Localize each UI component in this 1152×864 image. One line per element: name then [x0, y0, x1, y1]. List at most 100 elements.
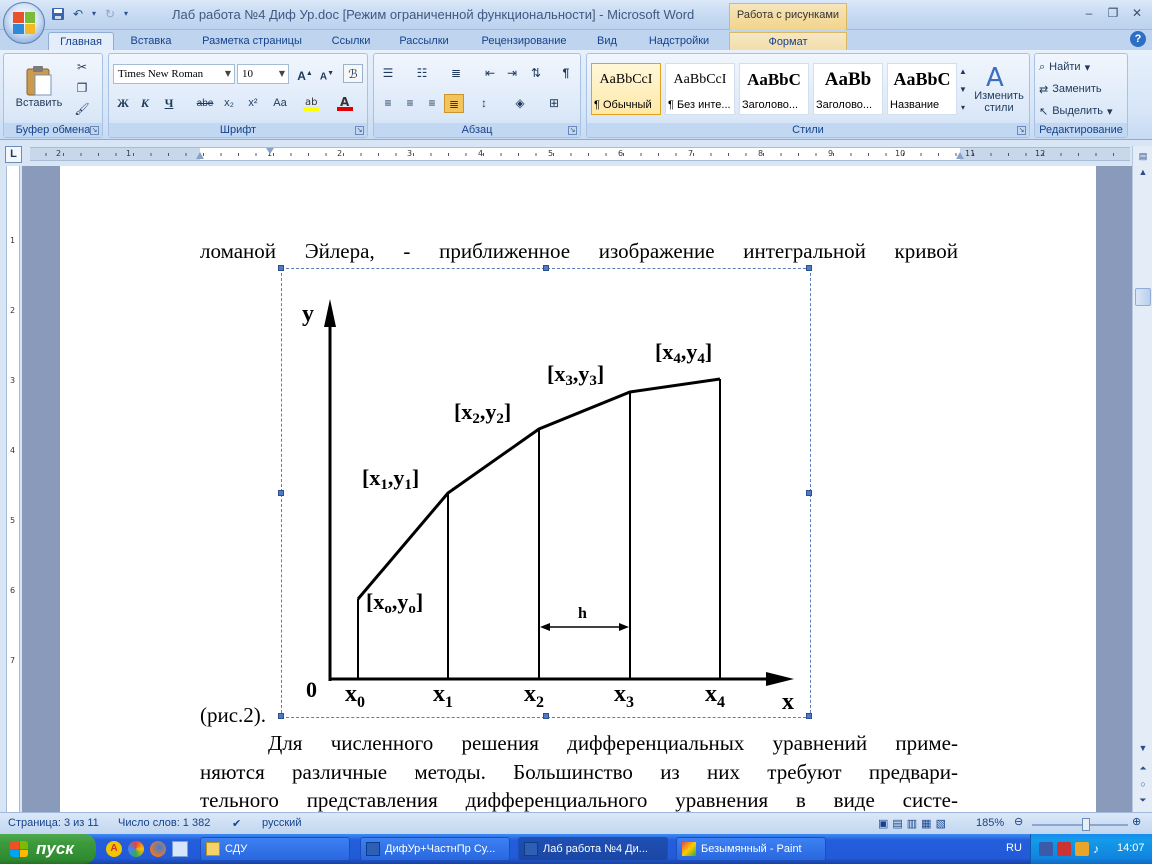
language-indicator[interactable]: русский [262, 817, 301, 829]
change-styles-button[interactable]: A Изменить стили [971, 58, 1027, 118]
styles-launcher-icon[interactable]: ↘ [1017, 126, 1026, 135]
euler-polyline-figure[interactable]: h y x 0 x0 x1 x2 x3 x4 [xo,yo] [x1,y1] [… [278, 265, 812, 719]
tray-app-icon[interactable] [1075, 842, 1089, 856]
redo-icon[interactable]: ↻ [102, 7, 118, 21]
quicklaunch-app-icon[interactable]: A [106, 841, 122, 857]
style-normal[interactable]: AaBbCcI ¶ Обычный [591, 63, 661, 115]
clipboard-launcher-icon[interactable]: ↘ [90, 126, 99, 135]
align-center-icon[interactable]: ≡ [400, 94, 420, 113]
chrome-icon[interactable] [128, 841, 144, 857]
sort-icon[interactable]: ⇅ [526, 64, 546, 83]
right-indent-marker[interactable] [956, 152, 964, 159]
scroll-up-icon[interactable]: ▲ [1135, 164, 1151, 180]
word-count[interactable]: Число слов: 1 382 [118, 817, 210, 829]
justify-icon[interactable]: ≣ [444, 94, 464, 113]
subscript-button[interactable]: x₂ [219, 94, 239, 113]
hanging-indent-marker[interactable] [196, 152, 204, 159]
vertical-scrollbar[interactable]: ▤ ▲ ▼ ⏶ ○ ⏷ [1132, 146, 1152, 812]
bullets-icon[interactable]: ☰ [378, 64, 398, 83]
paragraph-launcher-icon[interactable]: ↘ [568, 126, 577, 135]
style-no-spacing[interactable]: AaBbCcI ¶ Без инте... [665, 63, 735, 115]
show-desktop-icon[interactable] [172, 841, 188, 857]
tab-home[interactable]: Главная [48, 32, 114, 50]
firefox-icon[interactable] [150, 841, 166, 857]
start-button[interactable]: пуск [0, 834, 96, 864]
view-buttons[interactable]: ▣▤▥▦▧ [878, 817, 950, 830]
copy-icon[interactable]: ❐ [72, 79, 92, 98]
increase-indent-icon[interactable]: ⇥ [502, 64, 522, 83]
close-button[interactable]: ✕ [1126, 4, 1148, 22]
body-text-line[interactable]: няются различные методы. Большинство из … [200, 760, 958, 785]
highlight-icon[interactable]: ab [301, 94, 321, 113]
multilevel-list-icon[interactable]: ≣ [446, 64, 466, 83]
browse-object-icon[interactable]: ○ [1135, 776, 1151, 792]
font-color-icon[interactable]: A [335, 94, 355, 113]
font-launcher-icon[interactable]: ↘ [355, 126, 364, 135]
body-text-line[interactable]: Для численного решения дифференциальных … [268, 731, 958, 756]
restore-button[interactable]: ❐ [1102, 4, 1124, 22]
shrink-font-icon[interactable]: A▼ [317, 64, 337, 83]
save-icon[interactable] [50, 7, 66, 21]
vertical-ruler[interactable]: 1 2 3 4 5 6 7 [0, 166, 22, 812]
taskbar-item-paint[interactable]: Безымянный - Paint [676, 837, 826, 861]
tab-addins[interactable]: Надстройки [636, 32, 722, 50]
tray-app-icon[interactable] [1057, 842, 1071, 856]
tab-mailings[interactable]: Рассылки [388, 32, 460, 50]
font-size-combo[interactable]: 10 ▼ [237, 64, 289, 84]
zoom-slider-track[interactable] [1032, 824, 1128, 826]
zoom-in-icon[interactable]: ⊕ [1132, 815, 1141, 828]
office-button[interactable] [3, 2, 45, 44]
taskbar-item-folder[interactable]: СДУ [200, 837, 350, 861]
align-right-icon[interactable]: ≡ [422, 94, 442, 113]
taskbar-item-word-2[interactable]: Лаб работа №4 Ди... [518, 837, 668, 861]
style-heading-2[interactable]: AaBb Заголово... [813, 63, 883, 115]
clear-formatting-icon[interactable]: ℬ [343, 64, 363, 83]
tab-format[interactable]: Формат [729, 32, 847, 50]
spelling-check-icon[interactable]: ✔ [232, 817, 241, 830]
zoom-slider-thumb[interactable] [1082, 818, 1090, 831]
resize-handle-ne[interactable] [806, 265, 812, 271]
next-page-icon[interactable]: ⏷ [1135, 792, 1151, 808]
format-painter-icon[interactable]: 🖌 [72, 100, 92, 119]
underline-button[interactable]: Ч [159, 94, 179, 113]
grow-font-icon[interactable]: A▲ [295, 64, 315, 83]
scroll-thumb[interactable] [1135, 288, 1151, 306]
tray-network-icon[interactable] [1039, 842, 1053, 856]
page-count[interactable]: Страница: 3 из 11 [8, 817, 99, 829]
scroll-down-icon[interactable]: ▼ [1135, 740, 1151, 756]
zoom-out-icon[interactable]: ⊖ [1014, 815, 1023, 828]
replace-button[interactable]: ⇄ Заменить [1039, 80, 1102, 98]
resize-handle-se[interactable] [806, 713, 812, 719]
show-marks-icon[interactable]: ¶ [556, 64, 576, 83]
find-button[interactable]: ⌕ Найти ▾ [1039, 58, 1090, 76]
ruler-toggle-icon[interactable]: ▤ [1135, 148, 1151, 164]
resize-handle-nw[interactable] [278, 265, 284, 271]
zoom-level[interactable]: 185% [976, 817, 1004, 829]
strikethrough-button[interactable]: abe [195, 94, 215, 113]
tab-view[interactable]: Вид [588, 32, 626, 50]
styles-scroll-down-icon[interactable]: ▼ [957, 80, 969, 98]
numbering-icon[interactable]: ☷ [412, 64, 432, 83]
tab-selector-button[interactable]: L [5, 146, 22, 163]
input-language[interactable]: RU [1006, 842, 1022, 854]
cut-icon[interactable]: ✂ [72, 58, 92, 77]
superscript-button[interactable]: x² [243, 94, 263, 113]
undo-dropdown-icon[interactable]: ▾ [90, 7, 98, 21]
paste-button[interactable]: Вставить [8, 58, 70, 116]
customize-qat-icon[interactable]: ▾ [122, 7, 130, 21]
tab-review[interactable]: Рецензирование [470, 32, 578, 50]
tab-insert[interactable]: Вставка [122, 32, 180, 50]
resize-handle-e[interactable] [806, 490, 812, 496]
first-line-indent-marker[interactable] [266, 148, 274, 154]
style-heading-1[interactable]: AaBbC Заголово... [739, 63, 809, 115]
horizontal-ruler[interactable]: 2 1 1 2 3 4 5 6 7 8 9 10 11 12 [30, 147, 1130, 161]
figure-reference-text[interactable]: (рис.2). [200, 703, 266, 728]
style-title[interactable]: AaBbC Название [887, 63, 957, 115]
line-spacing-icon[interactable]: ↕ [474, 94, 494, 113]
resize-handle-sw[interactable] [278, 713, 284, 719]
bold-button[interactable]: Ж [113, 94, 133, 113]
italic-button[interactable]: К [135, 94, 155, 113]
volume-icon[interactable]: ♪ [1093, 842, 1107, 856]
chevron-down-icon[interactable]: ▼ [276, 65, 288, 83]
clock[interactable]: 14:07 [1117, 842, 1145, 854]
